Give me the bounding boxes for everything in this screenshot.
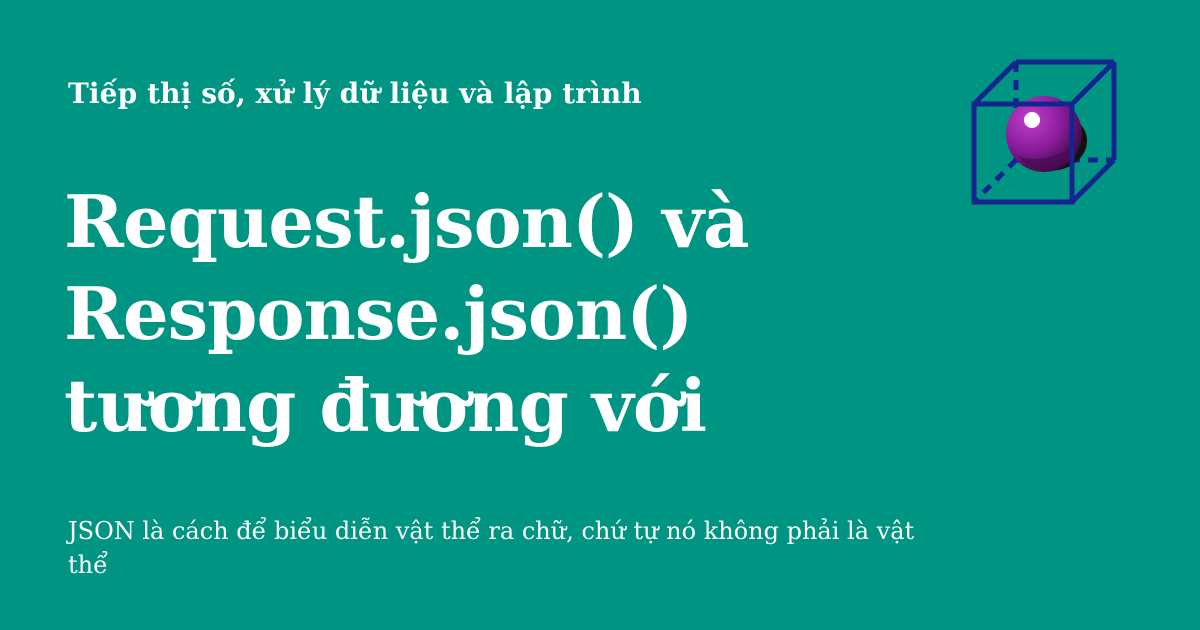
- cube-with-sphere-icon: [966, 56, 1122, 208]
- article-description: JSON là cách để biểu diễn vật thể ra chữ…: [68, 517, 915, 579]
- site-tagline: Tiếp thị số, xử lý dữ liệu và lập trình: [68, 77, 642, 110]
- social-card: Tiếp thị số, xử lý dữ liệu và lập trình …: [0, 0, 1200, 630]
- title-line-2: Response.json(): [64, 271, 693, 356]
- title-line-1: Request.json() và: [64, 179, 750, 264]
- title-line-3: tương đương với: [64, 363, 707, 448]
- article-title: Request.json() và Response.json() tương …: [64, 176, 944, 452]
